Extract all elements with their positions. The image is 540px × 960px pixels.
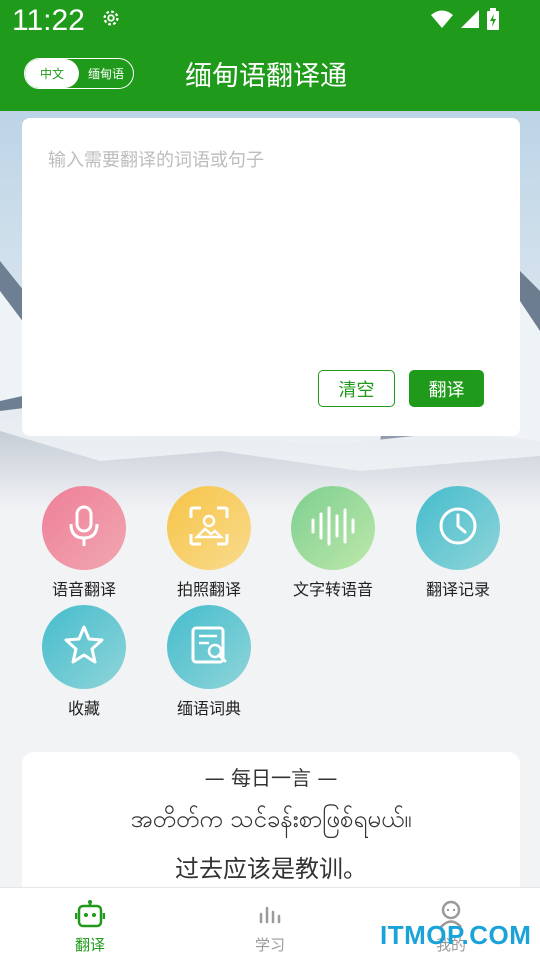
clear-button[interactable]: 清空 bbox=[318, 370, 395, 407]
translate-button[interactable]: 翻译 bbox=[409, 370, 484, 407]
nav-label: 学习 bbox=[254, 936, 285, 954]
signal-icon bbox=[460, 9, 480, 33]
nav-label: 翻译 bbox=[74, 936, 105, 954]
feature-label: 文字转语音 bbox=[292, 580, 373, 599]
nav-item-translate[interactable]: 翻译 bbox=[45, 900, 135, 955]
feature-label: 缅语词典 bbox=[176, 699, 241, 718]
robot-icon bbox=[74, 900, 106, 932]
feature-circle bbox=[416, 486, 500, 570]
quote-title: — 每日一言 — bbox=[204, 766, 338, 790]
status-time: 11:22 bbox=[12, 4, 85, 37]
feature-translation-history[interactable]: 翻译记录 bbox=[398, 486, 518, 600]
bar-chart-icon bbox=[255, 906, 285, 932]
lang-option-burmese[interactable]: 缅甸语 bbox=[79, 59, 133, 88]
feature-photo-translation[interactable]: 拍照翻译 bbox=[149, 486, 269, 600]
lang-option-chinese[interactable]: 中文 bbox=[25, 59, 79, 88]
quote-myanmar-text: အတိတ်က သင်ခန်းစာဖြစ်ရမယ်။ bbox=[130, 805, 412, 833]
clock-icon bbox=[436, 504, 480, 552]
nav-item-learn[interactable]: 学习 bbox=[225, 900, 315, 955]
microphone-icon bbox=[64, 504, 104, 552]
feature-label: 翻译记录 bbox=[425, 580, 490, 599]
feature-circle bbox=[167, 605, 251, 689]
input-card: 清空 翻译 bbox=[22, 118, 520, 436]
daily-quote-card: — 每日一言 — အတိတ်က သင်ခန်းစာဖြစ်ရမယ်။ 过去应该是… bbox=[22, 752, 520, 902]
sound-wave-icon bbox=[308, 504, 358, 552]
app-header: 中文 缅甸语 缅甸语翻译通 bbox=[0, 44, 540, 111]
translate-input[interactable] bbox=[48, 146, 488, 346]
battery-charging-icon bbox=[486, 8, 500, 34]
gear-icon bbox=[100, 7, 122, 33]
quote-chinese-text: 过去应该是教训。 bbox=[175, 855, 367, 883]
feature-text-to-speech[interactable]: 文字转语音 bbox=[273, 486, 393, 600]
feature-label: 拍照翻译 bbox=[176, 580, 241, 599]
feature-circle bbox=[42, 605, 126, 689]
dictionary-search-icon bbox=[187, 623, 231, 671]
wifi-icon bbox=[430, 9, 454, 33]
photo-scan-icon bbox=[187, 504, 231, 552]
feature-circle bbox=[291, 486, 375, 570]
status-icons bbox=[430, 8, 500, 34]
feature-circle bbox=[42, 486, 126, 570]
feature-circle bbox=[167, 486, 251, 570]
feature-favorites[interactable]: 收藏 bbox=[24, 605, 144, 719]
page-title: 缅甸语翻译通 bbox=[185, 61, 347, 92]
feature-burmese-dictionary[interactable]: 缅语词典 bbox=[149, 605, 269, 719]
star-icon bbox=[62, 623, 106, 671]
language-toggle[interactable]: 中文 缅甸语 bbox=[24, 58, 134, 89]
watermark: ITMOP.COM bbox=[380, 920, 532, 950]
feature-voice-translation[interactable]: 语音翻译 bbox=[24, 486, 144, 600]
status-bar: 11:22 bbox=[0, 0, 540, 44]
feature-label: 语音翻译 bbox=[51, 580, 116, 599]
feature-label: 收藏 bbox=[67, 699, 100, 718]
